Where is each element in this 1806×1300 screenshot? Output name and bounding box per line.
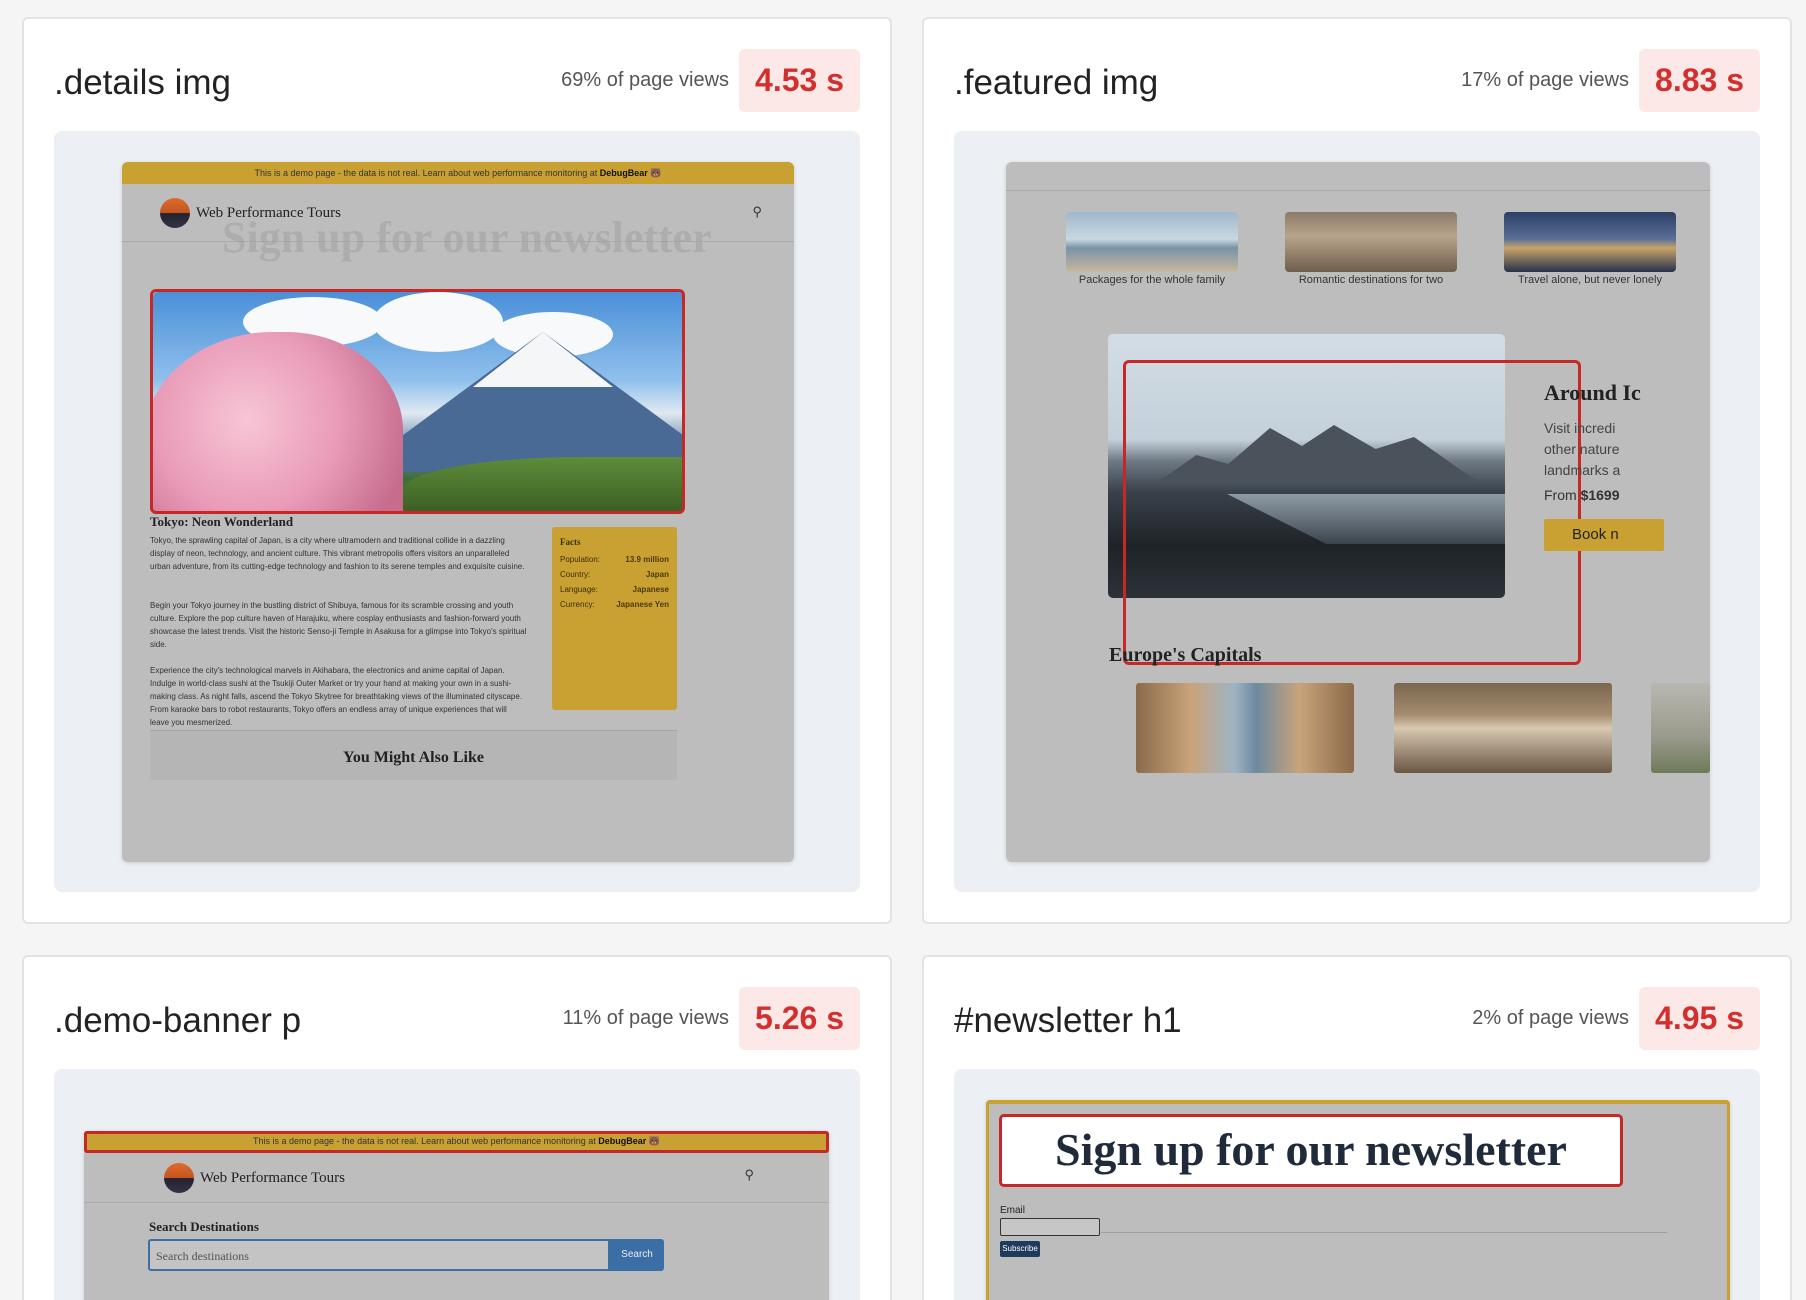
solo-traveler-thumbnail [1504, 212, 1676, 272]
feature-text-line: landmarks a [1544, 462, 1621, 478]
fact-row: Language: Japanese [560, 585, 669, 594]
email-field[interactable] [1000, 1218, 1100, 1236]
card-meta: 69% of page views 4.53 s [561, 49, 860, 112]
lcp-time-badge: 5.26 s [739, 987, 860, 1050]
fact-row: Population: 13.9 million [560, 555, 669, 564]
card-selector: .featured img [954, 63, 1159, 102]
card-selector: .demo-banner p [54, 1001, 302, 1040]
section-title: Europe's Capitals [1109, 644, 1262, 666]
card-meta: 11% of page views 5.26 s [563, 987, 860, 1050]
mountain-logo-icon [160, 198, 190, 228]
page-screenshot: This is a demo page - the data is not re… [122, 162, 794, 862]
lcp-element-highlight [150, 289, 685, 514]
search-icon: ⚲ [752, 204, 762, 219]
card-meta: 2% of page views 4.95 s [1472, 987, 1760, 1050]
price-prefix: From [1544, 487, 1581, 503]
fact-value: Japan [645, 570, 669, 579]
site-brand: Web Performance Tours [164, 1163, 345, 1193]
article-paragraph: Tokyo, the sprawling capital of Japan, i… [150, 536, 525, 571]
feature-description: Visit incredi other nature landmarks a [1544, 418, 1620, 481]
romantic-cafe-thumbnail [1285, 212, 1457, 272]
feature-text-line: Visit incredi [1544, 420, 1616, 436]
fact-row: Country: Japan [560, 570, 669, 579]
element-card-demo-banner[interactable]: .demo-banner p 11% of page views 5.26 s … [22, 955, 892, 1300]
element-card-details-img[interactable]: .details img 69% of page views 4.53 s Th… [22, 17, 892, 924]
rome-thumbnail [1651, 683, 1710, 773]
header-divider [1006, 190, 1710, 191]
fact-value: 13.9 million [625, 555, 669, 564]
you-might-also-like-heading: You Might Also Like [150, 730, 677, 780]
fact-label: Currency: [560, 600, 595, 609]
feature-title: Around Ic [1544, 380, 1641, 405]
lcp-time-badge: 8.83 s [1639, 49, 1760, 112]
facts-box: Facts Population: 13.9 million Country: Ja… [552, 527, 677, 710]
budapest-thumbnail [1136, 683, 1354, 773]
screenshot-preview: Packages for the whole family Romantic d… [954, 131, 1760, 892]
search-heading: Search Destinations [149, 1219, 259, 1234]
feature-price: From $1699 [1544, 487, 1620, 503]
family-beach-thumbnail [1066, 212, 1238, 272]
page-screenshot: Packages for the whole family Romantic d… [1006, 162, 1710, 862]
thumbnail-caption: Packages for the whole family [1078, 274, 1226, 286]
article-paragraph: Begin your Tokyo journey in the bustling… [150, 601, 527, 649]
fact-label: Country: [560, 570, 591, 579]
bear-icon: 🐻 [650, 168, 662, 178]
fact-label: Population: [560, 555, 601, 564]
page-views-share: 69% of page views [561, 69, 730, 91]
site-header: Web Performance Tours ⚲ [84, 1151, 829, 1203]
page-views-share: 2% of page views [1472, 1007, 1630, 1029]
lcp-element-highlight [1123, 360, 1581, 665]
fact-row: Currency: Japanese Yen [560, 600, 669, 609]
page-views-share: 11% of page views [562, 1007, 730, 1029]
site-header: Web Performance Tours Sign up for our ne… [122, 184, 794, 262]
element-card-featured-img[interactable]: .featured img 17% of page views 8.83 s P… [922, 17, 1792, 924]
page-screenshot: This is a demo page - the data is not re… [84, 1131, 829, 1300]
card-selector: .details img [54, 63, 232, 102]
form-divider [1101, 1232, 1667, 1233]
article-title: Tokyo: Neon Wonderland [150, 514, 294, 529]
facts-title: Facts [560, 537, 581, 547]
price-value: $1699 [1580, 487, 1620, 503]
book-now-button[interactable]: Book n [1544, 519, 1664, 551]
fact-value: Japanese Yen [616, 600, 669, 609]
article-paragraph: Experience the city's technological marv… [150, 666, 523, 727]
page-screenshot: Sign up for our newsletter Email Subscri… [986, 1100, 1730, 1300]
card-meta: 17% of page views 8.83 s [1461, 49, 1760, 112]
fact-value: Japanese [632, 585, 669, 594]
mountain-logo-icon [164, 1163, 194, 1193]
lcp-element-highlight [84, 1131, 829, 1153]
thumbnail-caption: Travel alone, but never lonely [1518, 274, 1662, 286]
screenshot-preview: Sign up for our newsletter Email Subscri… [954, 1069, 1760, 1300]
demo-banner-text: This is a demo page - the data is not re… [254, 168, 600, 178]
debugbear-link: DebugBear [599, 168, 648, 178]
paris-cafe-thumbnail [1394, 683, 1612, 773]
element-card-newsletter-h1[interactable]: #newsletter h1 2% of page views 4.95 s S… [922, 955, 1792, 1300]
feature-text-line: other nature [1544, 441, 1620, 457]
lcp-time-badge: 4.53 s [739, 49, 860, 112]
email-label: Email [1000, 1205, 1026, 1216]
search-icon: ⚲ [744, 1167, 754, 1182]
ghost-newsletter-heading: Sign up for our newsletter [222, 213, 712, 262]
page-views-share: 17% of page views [1461, 69, 1630, 91]
lcp-time-badge: 4.95 s [1639, 987, 1760, 1050]
screenshot-preview: This is a demo page - the data is not re… [54, 1069, 860, 1300]
thumbnail-caption: Romantic destinations for two [1298, 274, 1444, 286]
card-selector: #newsletter h1 [954, 1001, 1182, 1040]
brand-name: Web Performance Tours [200, 1169, 345, 1186]
demo-banner: This is a demo page - the data is not re… [122, 162, 794, 184]
screenshot-preview: This is a demo page - the data is not re… [54, 131, 860, 892]
newsletter-heading: Sign up for our newsletter [999, 1114, 1623, 1187]
subscribe-button[interactable]: Subscribe [1000, 1241, 1040, 1257]
search-input[interactable]: Search destinations [148, 1239, 610, 1271]
search-button[interactable]: Search [610, 1239, 664, 1271]
fact-label: Language: [560, 585, 598, 594]
